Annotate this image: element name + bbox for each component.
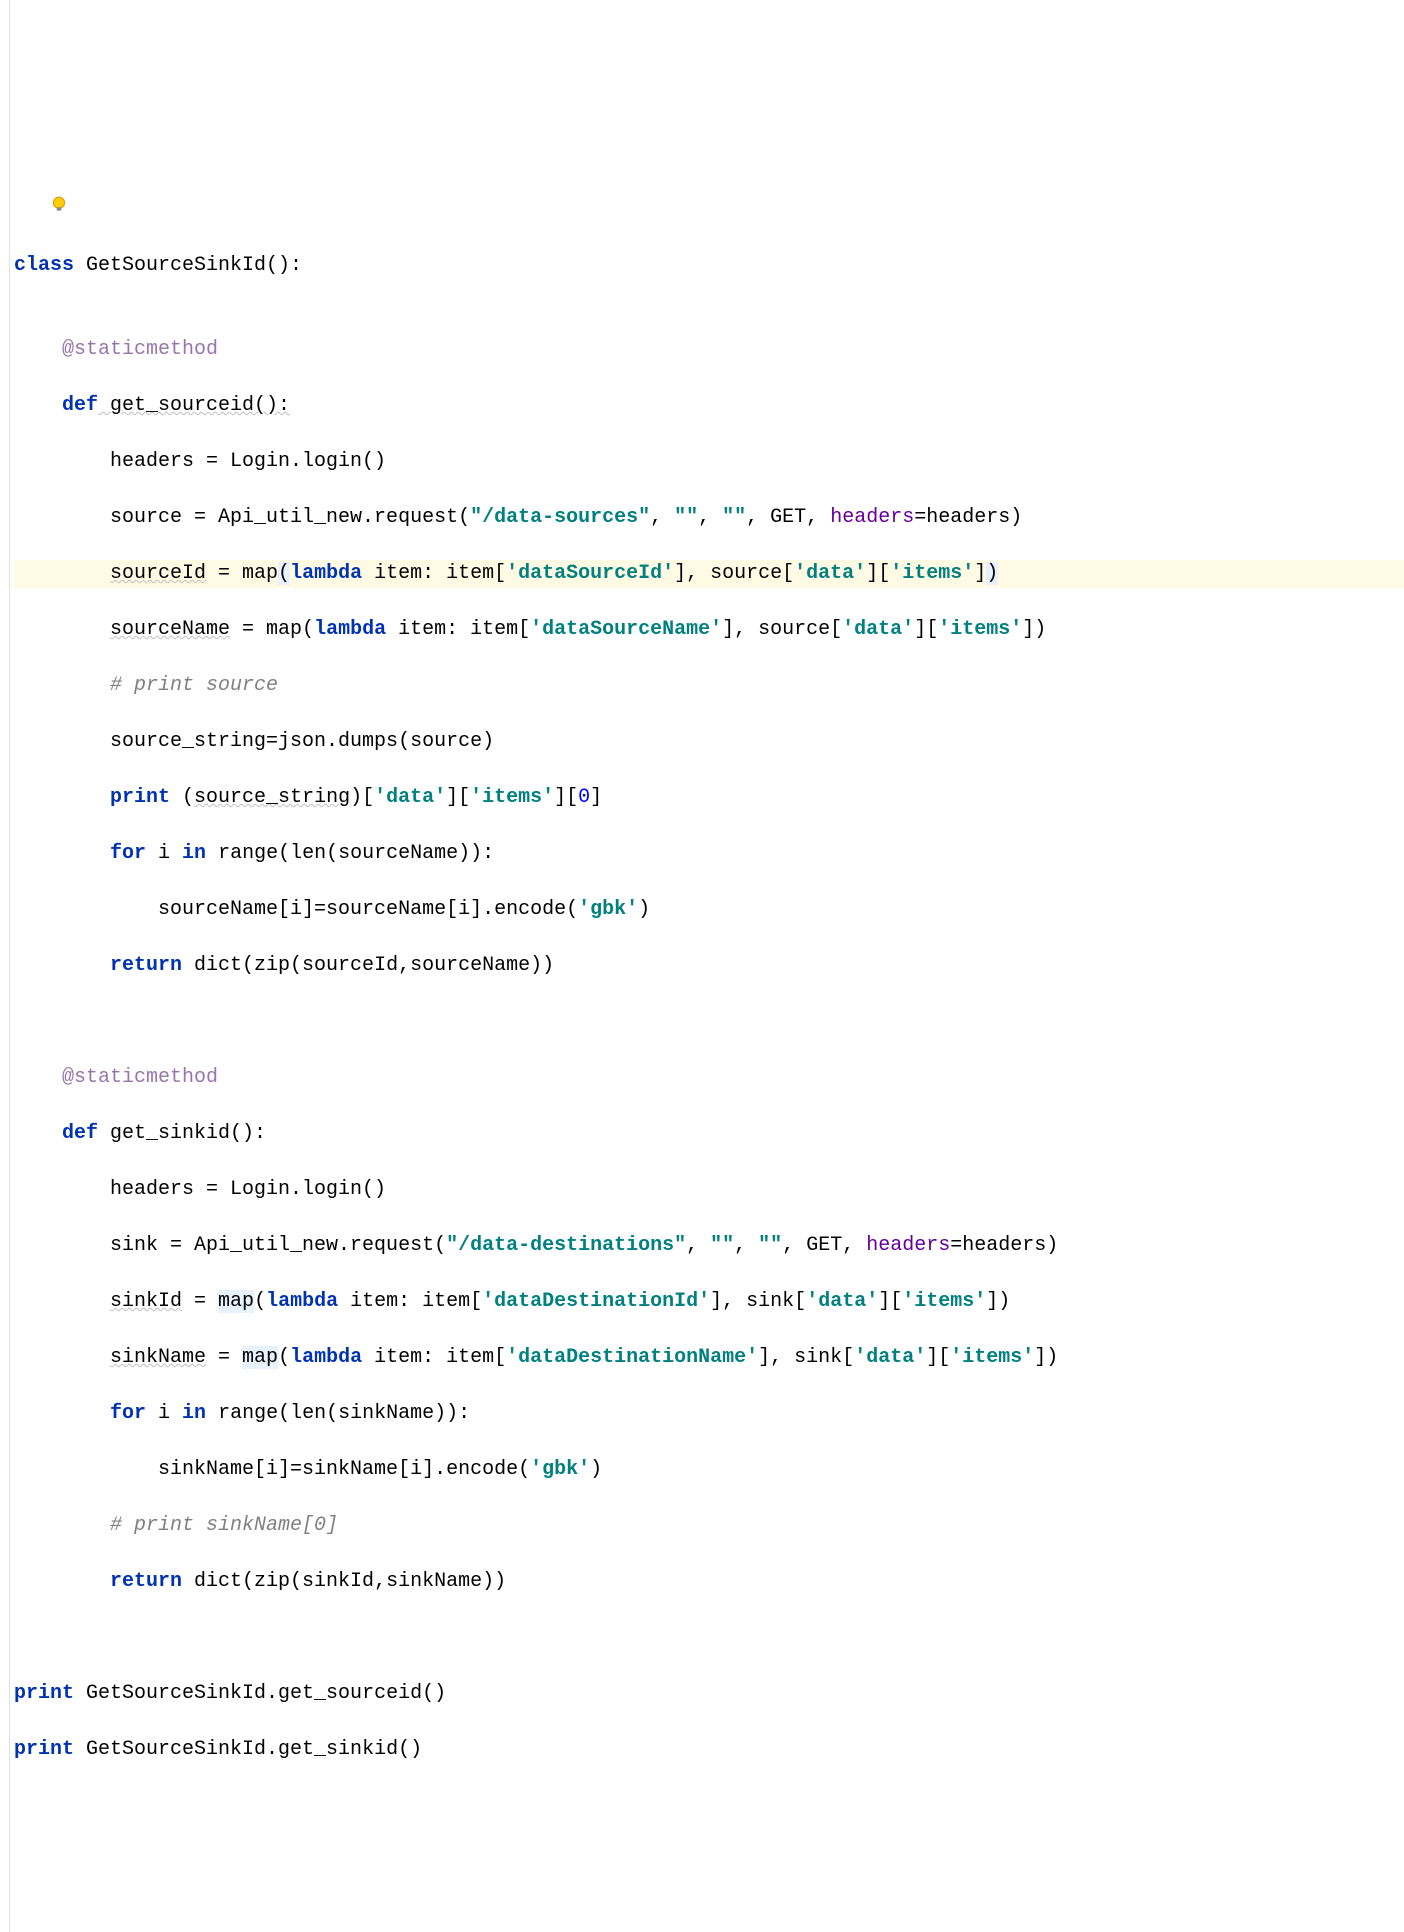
code-line: # print source xyxy=(14,672,1404,700)
code-line: sinkName[i]=sinkName[i].encode('gbk') xyxy=(14,1456,1404,1484)
code-line: for i in range(len(sinkName)): xyxy=(14,1400,1404,1428)
intention-bulb-icon[interactable] xyxy=(26,168,44,186)
code-editor[interactable]: class GetSourceSinkId(): @staticmethod d… xyxy=(14,224,1404,1792)
code-line: sourceName = map(lambda item: item['data… xyxy=(14,616,1404,644)
code-line: class GetSourceSinkId(): xyxy=(14,252,1404,280)
code-line: sinkId = map(lambda item: item['dataDest… xyxy=(14,1288,1404,1316)
decorator: @staticmethod xyxy=(14,338,218,361)
code-line: return dict(zip(sinkId,sinkName)) xyxy=(14,1568,1404,1596)
code-line: for i in range(len(sourceName)): xyxy=(14,840,1404,868)
code-line: @staticmethod xyxy=(14,1064,1404,1092)
code-line-highlighted: sourceId = map(lambda item: item['dataSo… xyxy=(14,560,1404,588)
code-line: headers = Login.login() xyxy=(14,1176,1404,1204)
code-line: # print sinkName[0] xyxy=(14,1512,1404,1540)
editor-gutter xyxy=(0,0,10,1932)
code-line: source_string=json.dumps(source) xyxy=(14,728,1404,756)
keyword-class: class xyxy=(14,254,74,277)
code-line: sinkName = map(lambda item: item['dataDe… xyxy=(14,1344,1404,1372)
code-line: source = Api_util_new.request("/data-sou… xyxy=(14,504,1404,532)
code-line: print (source_string)['data']['items'][0… xyxy=(14,784,1404,812)
code-line: headers = Login.login() xyxy=(14,448,1404,476)
code-line: def get_sourceid(): xyxy=(14,392,1404,420)
code-line: sink = Api_util_new.request("/data-desti… xyxy=(14,1232,1404,1260)
code-line: print GetSourceSinkId.get_sinkid() xyxy=(14,1736,1404,1764)
code-line: sourceName[i]=sourceName[i].encode('gbk'… xyxy=(14,896,1404,924)
code-line: print GetSourceSinkId.get_sourceid() xyxy=(14,1680,1404,1708)
code-line: def get_sinkid(): xyxy=(14,1120,1404,1148)
code-line: @staticmethod xyxy=(14,336,1404,364)
